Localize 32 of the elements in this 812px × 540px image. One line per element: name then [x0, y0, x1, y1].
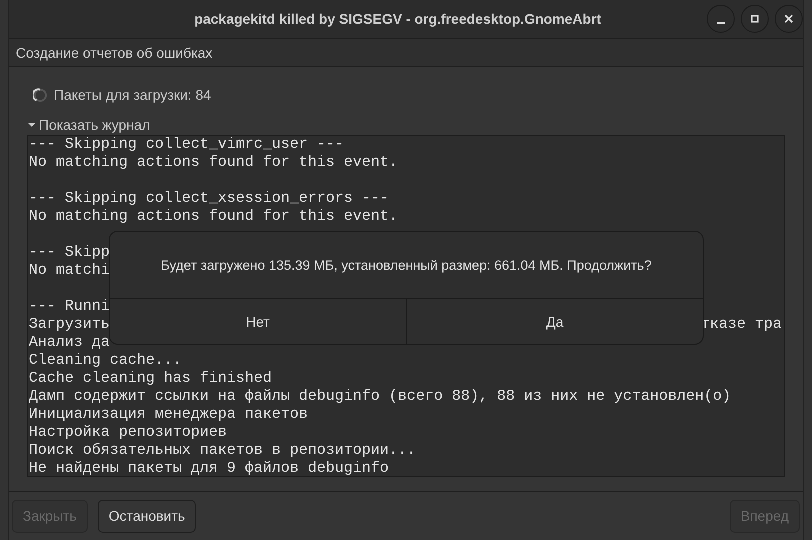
stop-button[interactable]: Остановить	[98, 500, 196, 532]
log-line: Cleaning cache...	[29, 352, 182, 370]
subtitle: Создание отчетов об ошибках	[16, 44, 213, 60]
log-expander[interactable]: Показать журнал	[27, 116, 150, 134]
log-line: Настройка репозиториев	[29, 424, 228, 442]
triangle-icon	[27, 120, 37, 130]
log-line: --- Skipp	[29, 244, 110, 262]
log-line: тказе тра	[700, 316, 783, 334]
log-line: Анализ да	[29, 334, 110, 352]
yes-button[interactable]: Да	[406, 299, 703, 344]
log-line: --- Runni	[29, 298, 110, 316]
window-title: packagekitd killed by SIGSEGV - org.freedesktop.GnomeAbrt	[194, 11, 602, 27]
close-icon	[784, 14, 794, 24]
log-line: --- Skipping collect_vimrc_user ---	[29, 136, 344, 154]
log-line: Не найдены пакеты для 9 файлов debuginfo	[29, 460, 390, 476]
log-line: --- Skipping collect_xsession_errors ---	[29, 190, 390, 208]
log-line: Дамп содержит ссылки на файлы debuginfo (всего 88), 88 из них не установлен(о)	[29, 388, 732, 406]
log-line: Инициализация менеджера пакетов	[29, 406, 308, 424]
minimize-icon	[717, 22, 725, 24]
log-line: No matching actions found for this event.	[29, 208, 398, 226]
log-line: Cache cleaning has finished	[29, 370, 272, 388]
status-text: Пакеты для загрузки: 84	[54, 87, 212, 103]
maximize-icon	[750, 14, 760, 24]
no-button[interactable]: Нет	[110, 299, 406, 344]
maximize-button[interactable]	[741, 5, 769, 33]
minimize-button[interactable]	[707, 5, 735, 33]
close-button[interactable]	[775, 5, 803, 33]
log-line: No matching actions found for this event.	[29, 154, 398, 172]
log-line: Загрузить	[29, 316, 110, 334]
log-line: Поиск обязательных пакетов в репозитории...	[29, 442, 416, 460]
dialog-message: Будет загружено 135.39 МБ, установленный размер: 661.04 МБ. Продолжить?	[161, 258, 652, 272]
log-line: No matchi	[29, 262, 110, 280]
